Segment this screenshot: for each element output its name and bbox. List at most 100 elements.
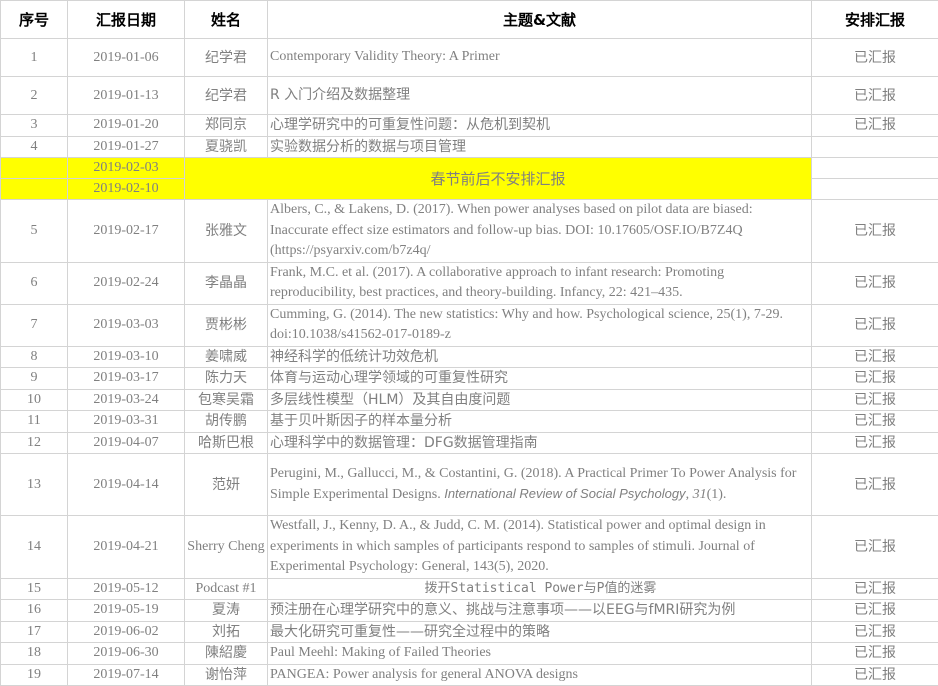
- row-num: 12: [1, 432, 68, 454]
- table-row: 7 2019-03-03 贾彬彬 Cumming, G. (2014). The…: [1, 304, 938, 346]
- table-row: 4 2019-01-27 夏骁凯 实验数据分析的数据与项目管理: [1, 136, 938, 158]
- row-date: 2019-05-12: [68, 578, 185, 600]
- row-date: 2019-03-10: [68, 346, 185, 368]
- table-row: 3 2019-01-20 郑同京 心理学研究中的可重复性问题：从危机到契机 已汇…: [1, 115, 938, 137]
- holiday-note: 春节前后不安排汇报: [185, 158, 812, 200]
- row-name: 李晶晶: [185, 262, 268, 304]
- header-date: 汇报日期: [68, 1, 185, 39]
- row-name: Sherry Cheng: [185, 516, 268, 579]
- table-row: 19 2019-07-14 谢怡萍 PANGEA: Power analysis…: [1, 664, 938, 686]
- row-date: 2019-03-17: [68, 368, 185, 390]
- header-num: 序号: [1, 1, 68, 39]
- table-row: 1 2019-01-06 纪学君 Contemporary Validity T…: [1, 39, 938, 77]
- row-num: 18: [1, 643, 68, 665]
- row-date: 2019-04-21: [68, 516, 185, 579]
- row-topic: 心理学研究中的可重复性问题：从危机到契机: [268, 115, 812, 137]
- row-name: 郑同京: [185, 115, 268, 137]
- table-row: 9 2019-03-17 陈力天 体育与运动心理学领域的可重复性研究 已汇报: [1, 368, 938, 390]
- row-name: 张雅文: [185, 200, 268, 263]
- row-date: 2019-02-24: [68, 262, 185, 304]
- row-topic: 基于贝叶斯因子的样本量分析: [268, 411, 812, 433]
- row-name: Podcast #1: [185, 578, 268, 600]
- table-row: 5 2019-02-17 张雅文 Albers, C., & Lakens, D…: [1, 200, 938, 263]
- row-name: 陳紹慶: [185, 643, 268, 665]
- row-num: 16: [1, 600, 68, 622]
- row-date: 2019-01-06: [68, 39, 185, 77]
- row-num: 1: [1, 39, 68, 77]
- row-date: 2019-01-27: [68, 136, 185, 158]
- row-topic: Perugini, M., Gallucci, M., & Costantini…: [268, 454, 812, 516]
- row-num: 11: [1, 411, 68, 433]
- row-status: 已汇报: [812, 432, 938, 454]
- citation-issue: (1).: [707, 487, 727, 502]
- row-name: 纪学君: [185, 39, 268, 77]
- row-topic: Contemporary Validity Theory: A Primer: [268, 39, 812, 77]
- journal-volume: 31: [693, 487, 707, 502]
- row-topic: 实验数据分析的数据与项目管理: [268, 136, 812, 158]
- row-topic: PANGEA: Power analysis for general ANOVA…: [268, 664, 812, 686]
- row-status: 已汇报: [812, 389, 938, 411]
- row-name: 陈力天: [185, 368, 268, 390]
- row-num: 2: [1, 77, 68, 115]
- header-status: 安排汇报: [812, 1, 938, 39]
- table-row: 14 2019-04-21 Sherry Cheng Westfall, J.,…: [1, 516, 938, 579]
- row-num: 14: [1, 516, 68, 579]
- row-date: 2019-03-03: [68, 304, 185, 346]
- row-date: 2019-01-20: [68, 115, 185, 137]
- row-name: 胡传鹏: [185, 411, 268, 433]
- row-num: 3: [1, 115, 68, 137]
- row-date: 2019-03-31: [68, 411, 185, 433]
- row-status: 已汇报: [812, 262, 938, 304]
- row-name: 姜啸威: [185, 346, 268, 368]
- row-status: 已汇报: [812, 621, 938, 643]
- row-date: 2019-02-17: [68, 200, 185, 263]
- row-topic: Cumming, G. (2014). The new statistics: …: [268, 304, 812, 346]
- row-topic: Frank, M.C. et al. (2017). A collaborati…: [268, 262, 812, 304]
- row-date: 2019-03-24: [68, 389, 185, 411]
- header-row: 序号 汇报日期 姓名 主题&文献 安排汇报: [1, 1, 938, 39]
- row-num: 9: [1, 368, 68, 390]
- row-num: 10: [1, 389, 68, 411]
- holiday-date-1: 2019-02-03: [68, 158, 185, 179]
- row-topic: Paul Meehl: Making of Failed Theories: [268, 643, 812, 665]
- row-status: 已汇报: [812, 39, 938, 77]
- row-topic: 神经科学的低统计功效危机: [268, 346, 812, 368]
- table-row: 6 2019-02-24 李晶晶 Frank, M.C. et al. (201…: [1, 262, 938, 304]
- table-row: 17 2019-06-02 刘拓 最大化研究可重复性——研究全过程中的策略 已汇…: [1, 621, 938, 643]
- row-topic: 最大化研究可重复性——研究全过程中的策略: [268, 621, 812, 643]
- row-date: 2019-06-02: [68, 621, 185, 643]
- schedule-table: 序号 汇报日期 姓名 主题&文献 安排汇报 1 2019-01-06 纪学君 C…: [0, 0, 938, 686]
- table-row: 11 2019-03-31 胡传鹏 基于贝叶斯因子的样本量分析 已汇报: [1, 411, 938, 433]
- row-topic: 心理科学中的数据管理：DFG数据管理指南: [268, 432, 812, 454]
- row-num: 17: [1, 621, 68, 643]
- row-date: 2019-01-13: [68, 77, 185, 115]
- holiday-num: [1, 158, 68, 179]
- table-row: 10 2019-03-24 包寒吴霜 多层线性模型（HLM）及其自由度问题 已汇…: [1, 389, 938, 411]
- table-row: 18 2019-06-30 陳紹慶 Paul Meehl: Making of …: [1, 643, 938, 665]
- row-date: 2019-06-30: [68, 643, 185, 665]
- table-row: 15 2019-05-12 Podcast #1 拨开Statistical P…: [1, 578, 938, 600]
- row-status: 已汇报: [812, 411, 938, 433]
- row-num: 15: [1, 578, 68, 600]
- holiday-date-2: 2019-02-10: [68, 179, 185, 200]
- row-num: 19: [1, 664, 68, 686]
- row-num: 5: [1, 200, 68, 263]
- row-status: 已汇报: [812, 115, 938, 137]
- row-name: 贾彬彬: [185, 304, 268, 346]
- row-date: 2019-04-07: [68, 432, 185, 454]
- table-row: 16 2019-05-19 夏涛 预注册在心理学研究中的意义、挑战与注意事项——…: [1, 600, 938, 622]
- row-topic: Albers, C., & Lakens, D. (2017). When po…: [268, 200, 812, 263]
- table-row: 2 2019-01-13 纪学君 R 入门介绍及数据整理 已汇报: [1, 77, 938, 115]
- row-date: 2019-04-14: [68, 454, 185, 516]
- row-num: 4: [1, 136, 68, 158]
- row-status: 已汇报: [812, 643, 938, 665]
- table-row: 13 2019-04-14 范妍 Perugini, M., Gallucci,…: [1, 454, 938, 516]
- row-name: 刘拓: [185, 621, 268, 643]
- row-topic: 拨开Statistical Power与P值的迷雾: [268, 578, 812, 600]
- holiday-status: [812, 179, 938, 200]
- row-status: 已汇报: [812, 600, 938, 622]
- row-status: 已汇报: [812, 77, 938, 115]
- row-name: 哈斯巴根: [185, 432, 268, 454]
- table-row: 12 2019-04-07 哈斯巴根 心理科学中的数据管理：DFG数据管理指南 …: [1, 432, 938, 454]
- row-date: 2019-07-14: [68, 664, 185, 686]
